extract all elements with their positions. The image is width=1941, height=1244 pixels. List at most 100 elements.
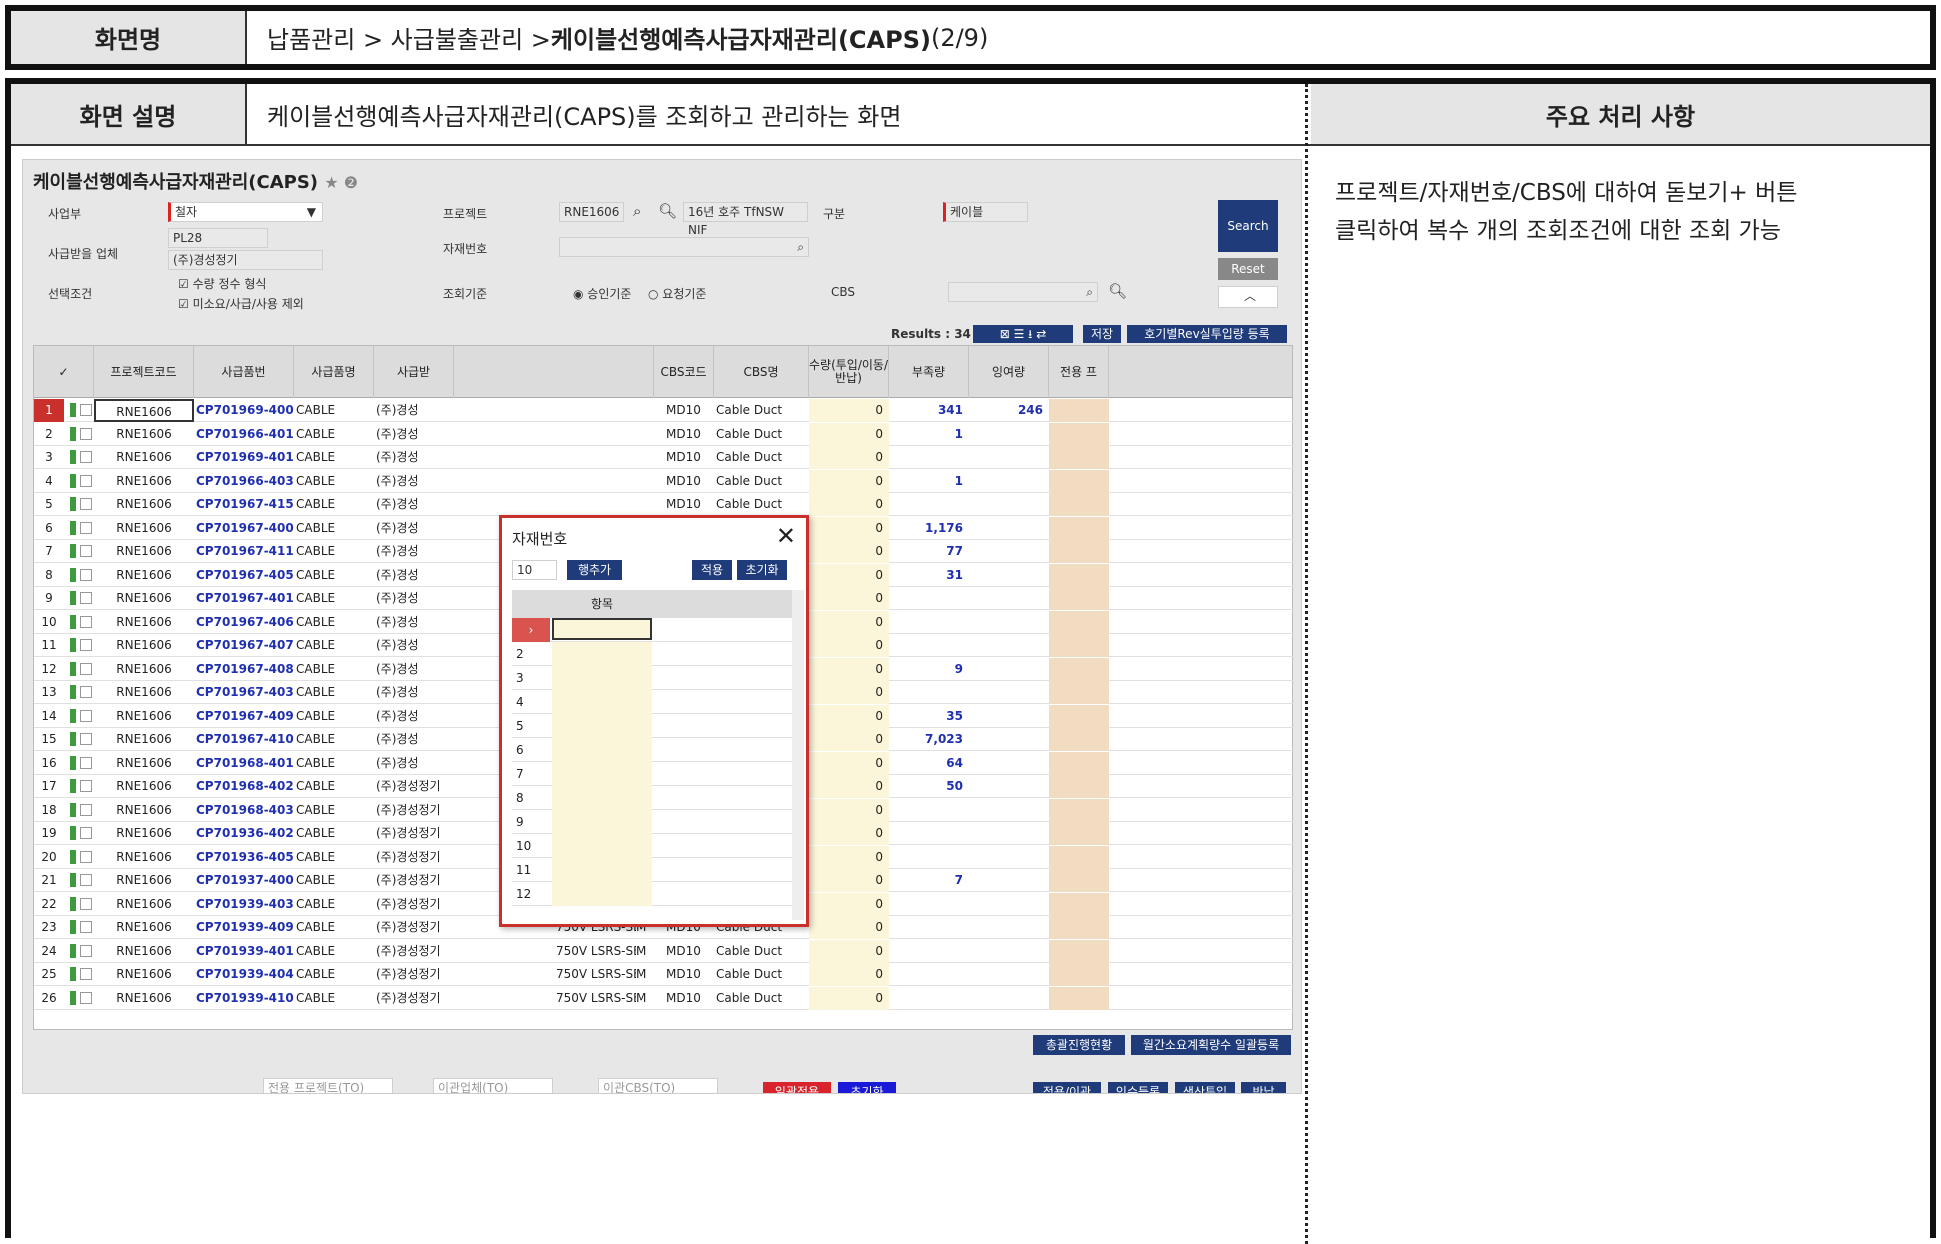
collapse-button[interactable]: ︿ <box>1218 286 1278 308</box>
condition-label: 선택조건 <box>48 287 93 301</box>
status-icon <box>70 520 76 535</box>
add-row-button[interactable]: 행추가 <box>567 560 622 580</box>
search-icon[interactable]: 🔍︎ <box>1108 282 1127 300</box>
init-button[interactable]: 초기화 <box>737 560 787 580</box>
popup-item-input <box>552 642 652 666</box>
row-checkbox <box>80 756 92 769</box>
popup-row[interactable]: 6 <box>512 738 797 762</box>
popup-item-input <box>552 666 652 690</box>
basis-request-radio[interactable]: ○ 요청기준 <box>648 285 706 302</box>
status-icon <box>70 403 76 417</box>
project-code[interactable]: RNE1606 <box>559 202 624 222</box>
search-plus-icon[interactable]: ⌕ <box>633 202 641 220</box>
vendor-name[interactable]: (주)경성정기 <box>168 250 323 270</box>
category-field[interactable]: 케이블 <box>943 202 1028 222</box>
table-row[interactable]: 2 RNE1606 CP701966-401 CABLE (주)경성 MD10 Cable … <box>34 422 1294 446</box>
status-icon <box>70 497 76 511</box>
row-number: 11 <box>41 638 57 652</box>
table-row[interactable]: 4 RNE1606 CP701966-403 CABLE (주)경성 MD10 Cable … <box>34 469 1294 493</box>
table-row[interactable]: 1 RNE1606 CP701969-400 CABLE (주)경성 MD10 Cable … <box>34 399 1294 422</box>
close-icon[interactable]: ✕ <box>776 522 796 550</box>
popup-row[interactable]: 5 <box>512 714 797 738</box>
row-number: 3 <box>45 450 53 464</box>
vendor-code[interactable]: PL28 <box>168 228 268 248</box>
return-button[interactable]: 반납 <box>1241 1082 1286 1093</box>
row-number: 26 <box>41 990 57 1005</box>
popup-row[interactable]: › <box>512 618 797 642</box>
popup-row[interactable]: 10 <box>512 834 797 858</box>
status-icon <box>70 755 76 770</box>
apply-button[interactable]: 적용 <box>692 560 732 580</box>
screen-name-header: 화면명 납품관리 > 사급불출관리 > 케이블선행예측사급자재관리(CAPS) … <box>5 5 1936 70</box>
init-button[interactable]: 초기화 <box>838 1082 896 1093</box>
popup-row[interactable]: 8 <box>512 786 797 810</box>
status-icon <box>70 614 76 629</box>
save-button[interactable]: 저장 <box>1083 325 1121 343</box>
project-to-input[interactable]: 전용 프로젝트(TO) <box>263 1078 393 1093</box>
basis-label: 조회기준 <box>443 287 488 301</box>
header-check[interactable]: ✓ <box>34 346 94 398</box>
popup-item-input <box>552 762 652 786</box>
table-row[interactable]: 25 RNE1606 CP701939-404 CABLE (주)경성정기 750V LS… <box>34 963 1294 986</box>
popup-item-input <box>552 714 652 738</box>
division-select[interactable]: 철자 ▼ <box>168 202 323 222</box>
receive-button[interactable]: 인수등록 <box>1108 1082 1168 1093</box>
popup-row[interactable]: 9 <box>512 810 797 834</box>
popup-item-input <box>552 786 652 810</box>
popup-row[interactable]: 3 <box>512 666 797 690</box>
cbs-to-input[interactable]: 이관CBS(TO) <box>598 1078 718 1093</box>
popup-row[interactable]: 2 <box>512 642 797 666</box>
row-checkbox <box>80 944 92 957</box>
row-number: 2 <box>45 426 53 441</box>
popup-item-input <box>552 690 652 714</box>
table-row[interactable]: 5 RNE1606 CP701967-415 CABLE (주)경성 MD10 Cable … <box>34 493 1294 516</box>
cond-qty-checkbox[interactable]: ☑ 수량 정수 형식 <box>178 275 266 292</box>
row-checkbox <box>80 662 92 675</box>
apply-all-button[interactable]: 일괄적용 <box>763 1082 831 1093</box>
search-icon[interactable]: 🔍︎ <box>658 202 677 220</box>
popup-row[interactable]: 11 <box>512 858 797 882</box>
row-checkbox <box>80 709 92 722</box>
popup-row[interactable]: 7 <box>512 762 797 786</box>
basis-approved-radio[interactable]: ◉ 승인기준 <box>573 285 631 302</box>
use-move-button[interactable]: 적용/이관 <box>1033 1082 1101 1093</box>
row-checkbox <box>80 874 92 886</box>
monthly-register-button[interactable]: 월간소요계획량수 일괄등록 <box>1131 1035 1291 1055</box>
rev-register-button[interactable]: 호기별Rev실투입량 등록 <box>1127 325 1287 343</box>
produce-button[interactable]: 생산투입 <box>1175 1082 1235 1093</box>
row-count-input[interactable]: 10 <box>512 560 557 580</box>
cbs-label: CBS <box>831 285 856 299</box>
popup-row[interactable]: 4 <box>512 690 797 714</box>
vendor-to-input[interactable]: 이관업체(TO) <box>433 1078 553 1093</box>
project-name[interactable]: 16년 호주 TfNSW NIF <box>683 202 808 237</box>
row-checkbox <box>80 451 92 463</box>
row-checkbox <box>80 404 92 416</box>
status-icon <box>70 450 76 464</box>
table-row[interactable]: 3 RNE1606 CP701969-401 CABLE (주)경성 MD10 Cable … <box>34 446 1294 469</box>
status-icon <box>70 708 76 723</box>
row-checkbox <box>80 780 92 792</box>
row-number: 14 <box>41 708 57 723</box>
grid-tools[interactable]: ⊠ ☰ ⭳ ⇄ <box>973 325 1073 343</box>
row-number: 22 <box>41 896 57 911</box>
progress-button[interactable]: 총괄진행현황 <box>1033 1035 1125 1055</box>
popup-row[interactable]: 12 <box>512 882 797 906</box>
material-input[interactable]: ⌕ <box>559 237 809 257</box>
status-icon <box>70 661 76 676</box>
status-icon <box>70 826 76 840</box>
status-icon <box>70 990 76 1005</box>
row-number: 25 <box>41 967 57 981</box>
row-number: 20 <box>41 849 57 864</box>
chevron-down-icon: ▼ <box>306 205 316 219</box>
table-row[interactable]: 24 RNE1606 CP701939-401 CABLE (주)경성정기 750V LS… <box>34 939 1294 963</box>
row-checkbox <box>80 921 92 933</box>
cbs-input[interactable]: ⌕ <box>948 282 1098 302</box>
table-row[interactable]: 26 RNE1606 CP701939-410 CABLE (주)경성정기 750V LS… <box>34 986 1294 1010</box>
popup-scrollbar[interactable] <box>792 590 804 920</box>
row-number: 9 <box>45 591 53 605</box>
row-checkbox <box>80 615 92 628</box>
search-button[interactable]: Search <box>1218 200 1278 252</box>
cond-exclude-checkbox[interactable]: ☑ 미소요/사급/사용 제외 <box>178 295 304 312</box>
favorite-icon[interactable]: ★ ❷ <box>324 173 358 192</box>
reset-button[interactable]: Reset <box>1218 258 1278 280</box>
